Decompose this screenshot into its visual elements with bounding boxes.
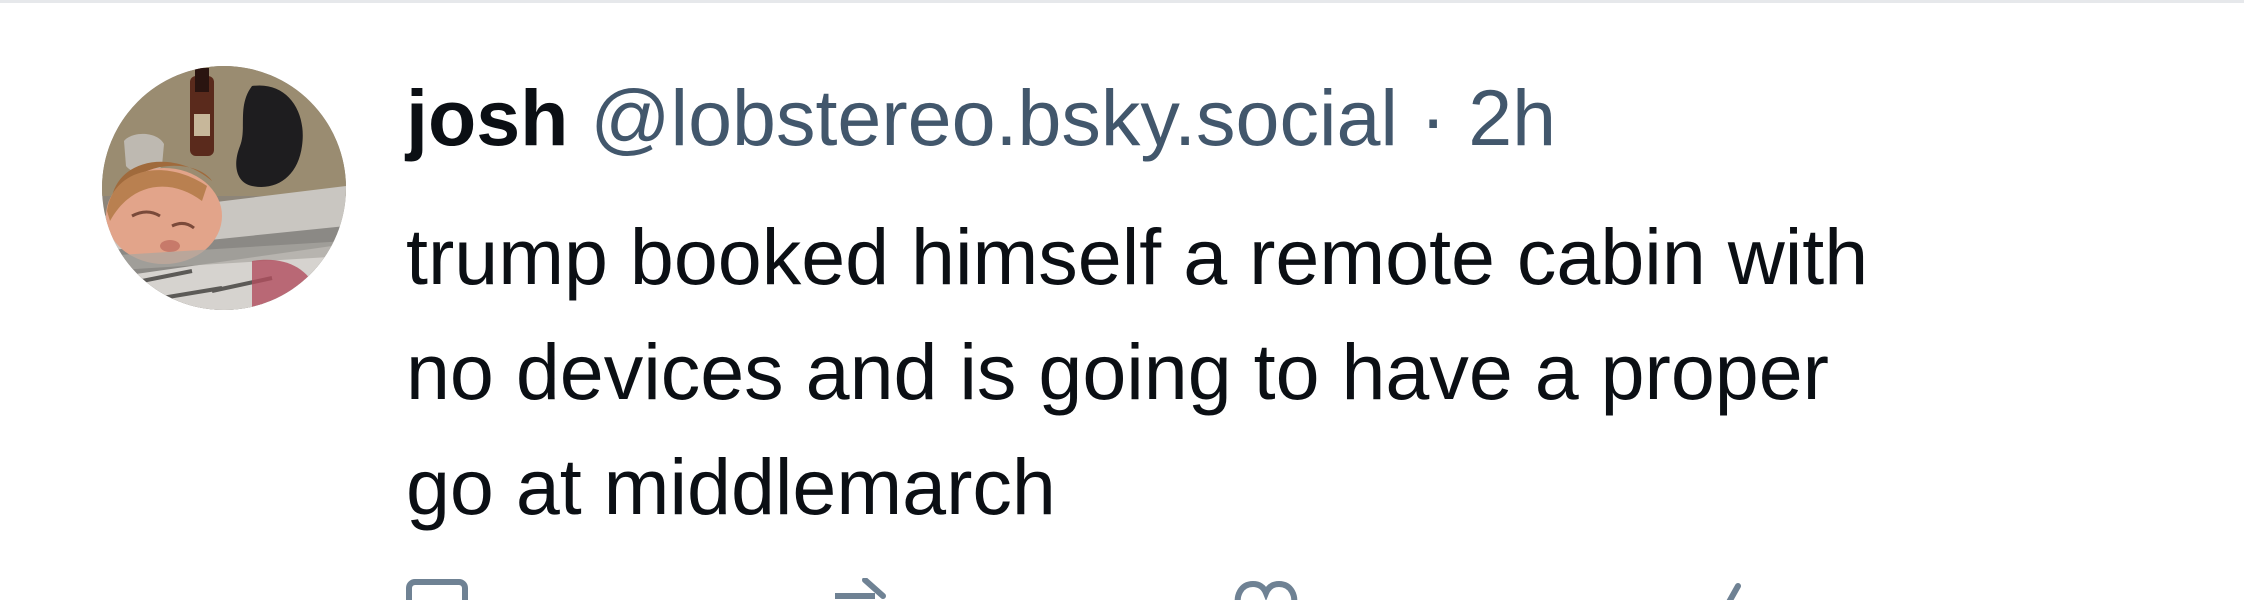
reply-button[interactable] <box>406 578 476 600</box>
reply-icon <box>406 579 468 600</box>
post-action-bar <box>406 578 1806 600</box>
author-name[interactable]: josh <box>406 73 568 162</box>
more-button[interactable] <box>1716 578 1786 600</box>
post-page: josh @lobstereo.bsky.social · 2h trump b… <box>0 0 2244 600</box>
more-icon <box>1726 583 1741 600</box>
avatar-image <box>102 66 346 310</box>
post-timestamp[interactable]: 2h <box>1468 73 1556 162</box>
post-text-line: trump booked himself a remote cabin with <box>406 212 1869 301</box>
separator-dot: · <box>1419 73 1447 162</box>
top-divider <box>0 0 2244 3</box>
post-text-line: no devices and is going to have a proper <box>406 327 1829 416</box>
post-text-line: go at middlemarch <box>406 442 1056 531</box>
author-handle[interactable]: @lobstereo.bsky.social <box>590 73 1398 162</box>
repost-icon <box>835 578 886 599</box>
avatar[interactable] <box>102 66 346 310</box>
repost-button[interactable] <box>831 578 901 600</box>
post-header: josh @lobstereo.bsky.social · 2h <box>406 68 1556 168</box>
heart-icon <box>1234 580 1298 600</box>
post-text: trump booked himself a remote cabin with… <box>406 199 2186 544</box>
like-button[interactable] <box>1231 578 1301 600</box>
